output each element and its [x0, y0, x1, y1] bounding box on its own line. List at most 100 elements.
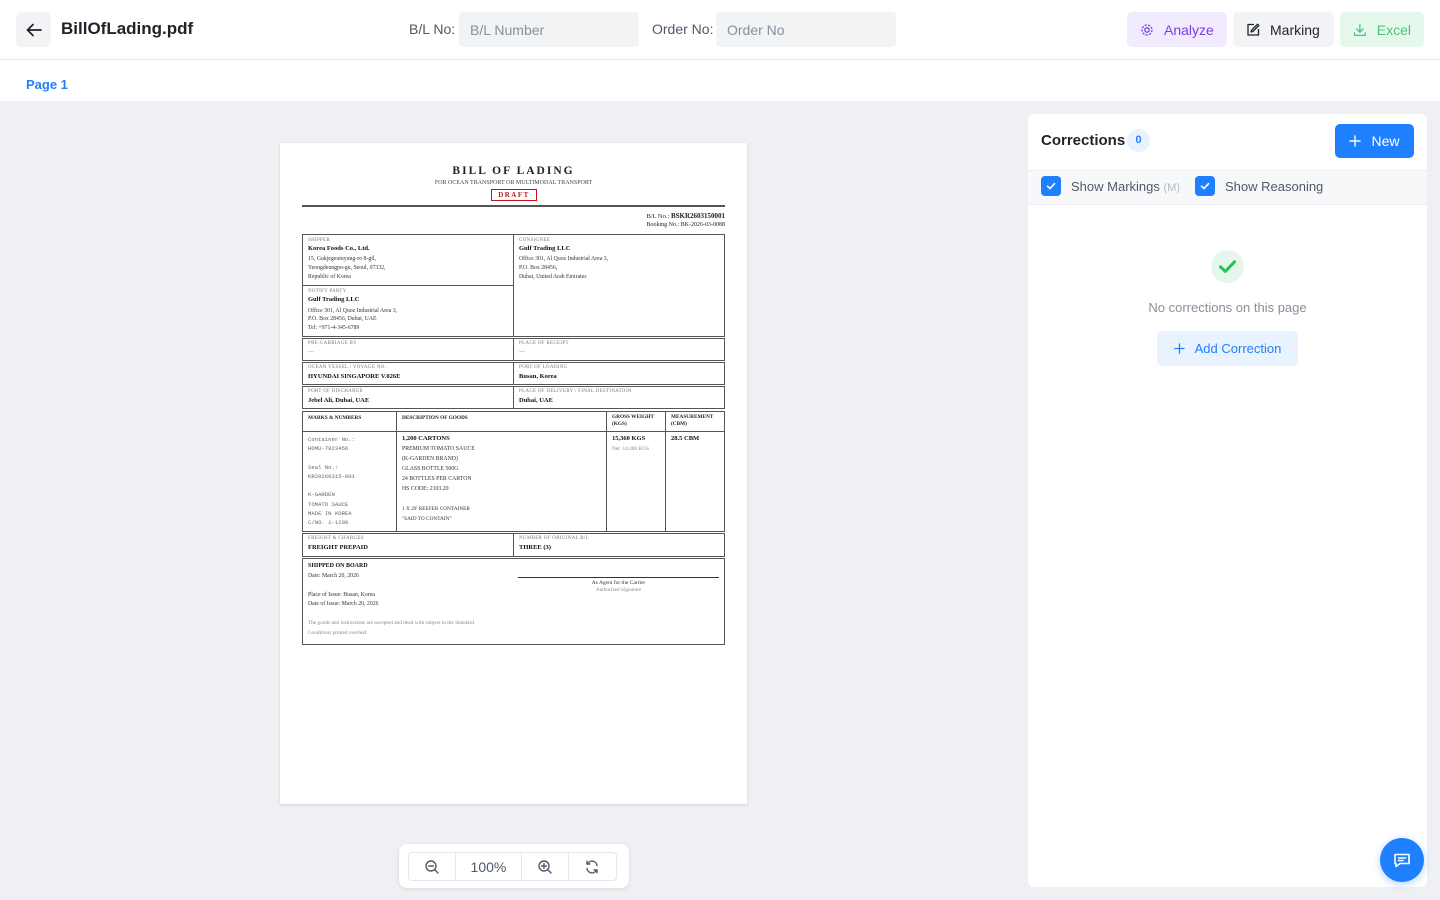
chat-icon [1394, 853, 1410, 868]
consignee-label: CONSIGNEE [519, 238, 551, 243]
gross-weight-header-line1: GROSS WEIGHT [612, 414, 654, 420]
port-discharge-value: Jebel Ali, Dubai, UAE [308, 397, 370, 404]
order-number-label: Order No: [652, 21, 714, 37]
zoom-control-group: 100% [408, 852, 617, 881]
bl-no-value: BSKR2603150001 [670, 212, 725, 220]
bl-number-input[interactable] [459, 12, 639, 47]
goods-quantity: 1,200 CARTONS [402, 435, 450, 442]
gross-weight-header-line2: (KGS) [612, 420, 627, 427]
bl-document-subtitle: FOR OCEAN TRANSPORT OR MULTIMODAL TRANSP… [434, 180, 593, 186]
goods-line3: (K-GARDEN BRAND) [402, 456, 458, 462]
goods-header-row [302, 411, 725, 432]
chat-button[interactable] [1380, 838, 1424, 882]
new-label: New [1371, 133, 1400, 149]
show-reasoning-label: Show Reasoning [1225, 178, 1324, 194]
new-correction-button[interactable]: New [1335, 124, 1414, 158]
description-header: DESCRIPTION OF GOODS [402, 415, 468, 421]
checkmark-icon [1200, 182, 1210, 190]
corrections-title: Corrections [1041, 132, 1126, 149]
consignee-line2: P.O. Box 28456, [519, 265, 558, 271]
add-correction-label: Add Correction [1194, 341, 1282, 356]
excel-label: Excel [1376, 21, 1411, 38]
goods-line4: GLASS BOTTLE 500G [402, 466, 459, 472]
add-correction-button[interactable]: Add Correction [1157, 331, 1298, 366]
booking-number: Booking No.: BK-2026-03-0088 [646, 222, 726, 228]
freight-value: FREIGHT PREPAID [308, 544, 368, 551]
back-button[interactable] [16, 12, 51, 47]
corrections-panel: Corrections 0 New Show Markings (M) Show… [1028, 114, 1427, 887]
goods-body-row [302, 431, 725, 532]
marks-container-no: HDMU-7823456 [308, 445, 349, 452]
goods-hs-code: HS CODE: 2103.20 [402, 486, 449, 492]
refresh-icon [586, 859, 599, 874]
marks-container-label: Container No.: [308, 436, 355, 443]
marking-label: Marking [1270, 21, 1320, 38]
bl-no-label: B/L No.: [646, 213, 670, 220]
show-reasoning-toggle[interactable]: Show Reasoning [1195, 176, 1323, 196]
plus-icon [1349, 135, 1362, 147]
goods-divider-2 [606, 411, 607, 532]
gear-icon [1141, 23, 1153, 36]
title-divider [302, 205, 725, 207]
marking-button[interactable]: Marking [1233, 12, 1334, 47]
zoom-out-button[interactable] [409, 853, 457, 880]
goods-said-to-contain: "SAID TO CONTAIN" [402, 516, 452, 522]
bl-document-title: BILL OF LADING [452, 165, 575, 177]
file-title: BillOfLading.pdf [61, 19, 194, 38]
shipper-label: SHIPPER [308, 238, 331, 243]
authorized-signature-text: Authorized Signature [595, 587, 642, 593]
notify-line3: Tel: +971-4-345-6789 [308, 325, 360, 331]
order-number-input[interactable] [716, 12, 896, 47]
place-delivery-label: PLACE OF DELIVERY / FINAL DESTINATION [519, 389, 632, 394]
edit-icon [1247, 23, 1260, 36]
zoom-in-button[interactable] [522, 853, 569, 880]
bl-number-line: B/L No.: BSKR2603150001 [646, 212, 725, 220]
shipped-date: Date: March 20, 2026 [308, 573, 359, 579]
measurement-value: 28.5 CBM [671, 435, 700, 442]
date-of-issue: Date of Issue: March 20, 2026 [308, 601, 379, 607]
measurement-header-line1: MEASUREMENT [671, 414, 714, 420]
marks-product: TOMATO SAUCE [308, 501, 349, 508]
zoom-level: 100% [456, 853, 522, 880]
marks-brand: K-GARDEN [308, 491, 335, 498]
marks-seal-label: Seal No.: [308, 464, 339, 471]
consignee-name: Gulf Trading LLC [519, 245, 571, 252]
tab-page-1[interactable]: Page 1 [26, 77, 68, 92]
plus-icon [1173, 343, 1185, 354]
notify-name: Gulf Trading LLC [308, 296, 360, 303]
shipper-line3: Republic of Korea [308, 274, 351, 280]
shipped-on-board-title: SHIPPED ON BOARD [308, 563, 368, 569]
terms-line2: Conditions printed overleaf. [308, 630, 368, 636]
draft-stamp: DRAFT [491, 189, 537, 201]
measurement-header-line2: (CBM) [671, 420, 687, 427]
excel-button[interactable]: Excel [1340, 12, 1424, 47]
pre-carriage-label: PRE-CARRIAGE BY [308, 341, 358, 346]
download-icon [1353, 23, 1366, 36]
consignee-line3: Dubai, United Arab Emirates [519, 274, 587, 280]
place-of-issue: Place of Issue: Busan, Korea [308, 592, 375, 598]
zoom-in-icon [538, 859, 552, 874]
corrections-header: Corrections 0 New [1028, 114, 1427, 170]
analyze-label: Analyze [1164, 21, 1214, 38]
goods-line2: PREMIUM TOMATO SAUCE [402, 446, 475, 452]
port-loading-value: Busan, Korea [519, 373, 557, 380]
goods-divider-1 [396, 411, 397, 532]
terms-line1: The goods and instructions are accepted … [308, 620, 474, 626]
document-page: BILL OF LADING FOR OCEAN TRANSPORT OR MU… [280, 143, 747, 804]
notify-line2: P.O. Box 28456, Dubai, UAE [308, 316, 377, 322]
port-discharge-label: PORT OF DISCHARGE [308, 389, 363, 394]
place-receipt-label: PLACE OF RECEIPT [519, 341, 569, 346]
pre-carriage-value: — [308, 349, 314, 355]
analyze-button[interactable]: Analyze [1127, 12, 1227, 47]
gross-weight-value: 15,360 KGS [612, 435, 646, 442]
reset-zoom-button[interactable] [569, 853, 616, 880]
show-reasoning-checkbox[interactable] [1195, 176, 1215, 196]
show-markings-toggle[interactable]: Show Markings (M) [1041, 176, 1180, 196]
corrections-options-bar: Show Markings (M) Show Reasoning [1028, 170, 1427, 205]
signature-line [518, 577, 719, 578]
show-markings-label: Show Markings (M) [1071, 179, 1180, 194]
shipper-name: Korea Foods Co., Ltd. [308, 245, 370, 252]
show-markings-checkbox[interactable] [1041, 176, 1061, 196]
checkmark-icon [1046, 182, 1056, 190]
marks-origin: MADE IN KOREA [308, 510, 352, 517]
